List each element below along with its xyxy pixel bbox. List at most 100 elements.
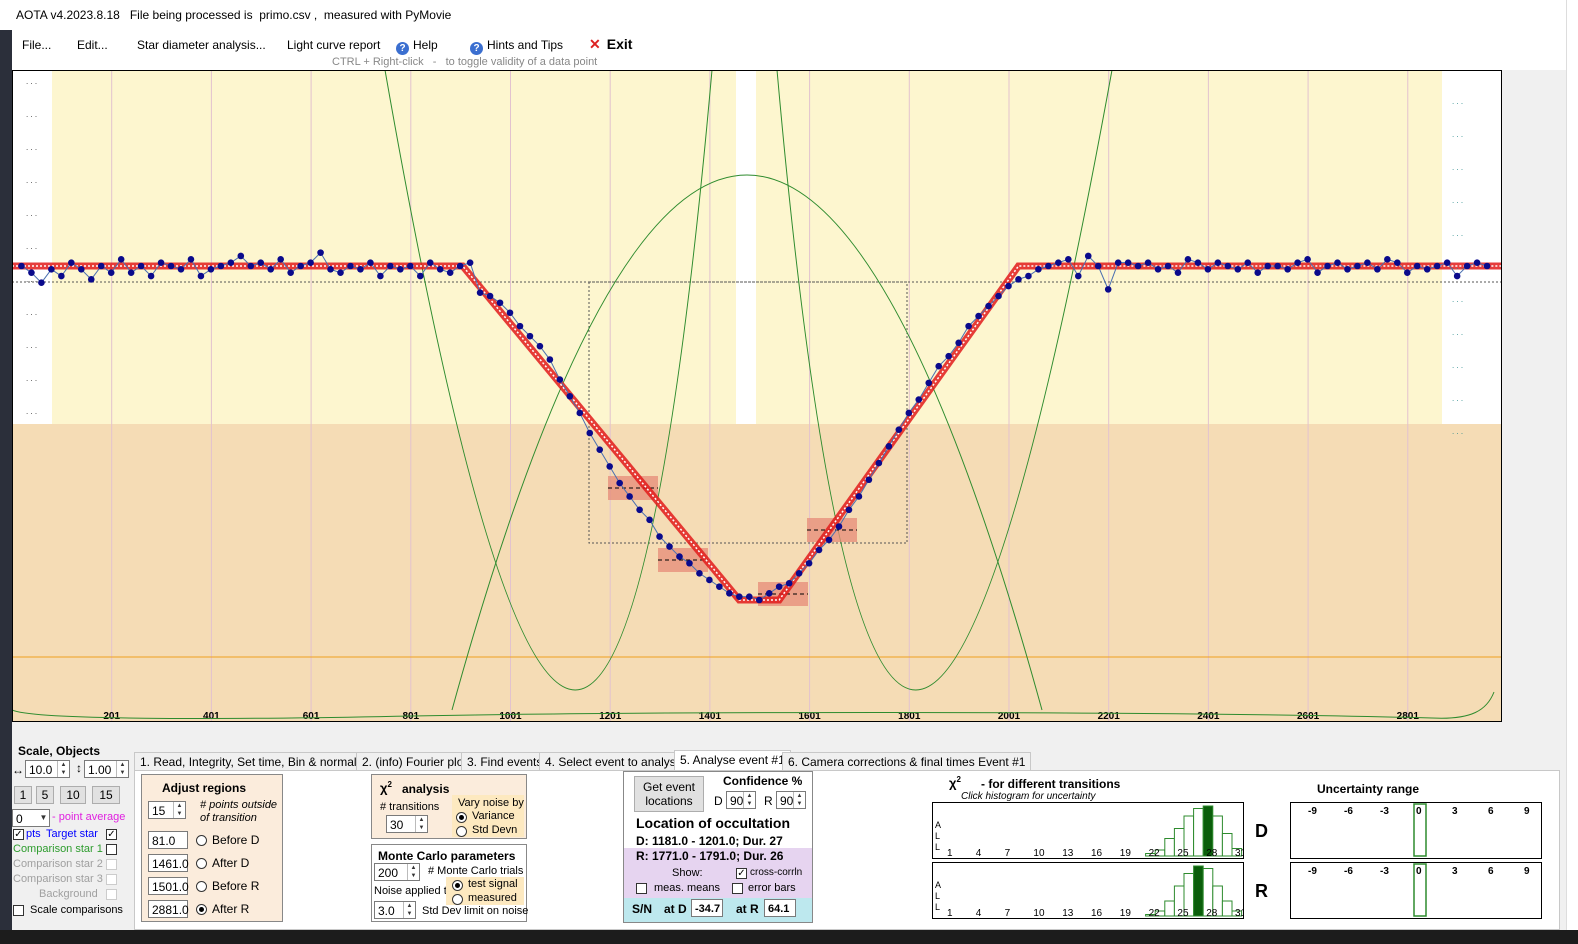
light-curve-plot[interactable]: 201 401 601 801 1001 1201 1401 1601 1801 2001 2201… xyxy=(12,70,1502,722)
data-point xyxy=(367,259,374,266)
point-average-select[interactable]: 0 ▼ xyxy=(12,809,50,827)
edge-marker: . . . xyxy=(1452,163,1463,172)
data-point xyxy=(1025,272,1032,280)
data-point xyxy=(905,409,913,417)
uncertainty-tick: -6 xyxy=(1344,806,1353,817)
pts-checkbox[interactable]: ✓ xyxy=(13,829,24,840)
data-point xyxy=(536,342,544,350)
after-d-field[interactable]: 1461.0 xyxy=(148,854,189,872)
data-point xyxy=(337,269,344,276)
chevron-down-icon: ▼ xyxy=(39,813,48,822)
data-point xyxy=(1174,269,1182,276)
histogram-x-tick: 16 xyxy=(1091,848,1103,859)
scale-objects-panel: Scale, Objects ↔ 10.0 ▲ ▼ ↕ 1.00 ▲ ▼ 1 5 10 … xyxy=(12,742,130,932)
trials-spinner[interactable]: 200 ▲ ▼ xyxy=(374,863,420,881)
after-r-field[interactable]: 2881.0 xyxy=(148,900,189,918)
background-desktop-strip xyxy=(0,0,12,944)
menu-hints[interactable]: ? Hints and Tips xyxy=(470,38,563,55)
data-point xyxy=(387,262,394,270)
std-devn-radio[interactable] xyxy=(456,826,467,837)
spinner-arrows-icon[interactable]: ▲ ▼ xyxy=(407,864,419,880)
spinner-arrows-icon[interactable]: ▲ ▼ xyxy=(173,802,185,818)
uncertainty-d[interactable]: -9 -6 -3 0 3 6 9 xyxy=(1290,802,1542,859)
target-star-label: Target star xyxy=(46,828,98,840)
scale-button-15[interactable]: 15 xyxy=(92,786,120,804)
scale-button-5[interactable]: 5 xyxy=(36,786,54,804)
histogram-r[interactable]: ALL1 4 7 10 13 16 19 22 25 28 31 xyxy=(932,862,1244,919)
tab-fourier-plot[interactable]: 2. (info) Fourier plot xyxy=(356,752,473,772)
after-r-radio[interactable] xyxy=(196,904,207,915)
scale-button-10[interactable]: 10 xyxy=(60,786,86,804)
comparison-star-2-checkbox[interactable] xyxy=(106,859,117,870)
plot-svg[interactable]: 201 401 601 801 1001 1201 1401 1601 1801 2001 2201… xyxy=(12,70,1502,722)
data-point xyxy=(327,266,334,273)
menu-edit[interactable]: Edit... xyxy=(77,38,108,52)
spinner-arrows-icon[interactable]: ▲ ▼ xyxy=(793,792,805,808)
before-r-radio[interactable] xyxy=(196,881,207,892)
target-star-checkbox[interactable]: ✓ xyxy=(106,829,117,840)
comparison-star-3-checkbox[interactable] xyxy=(106,874,117,885)
histogram-x-tick: 10 xyxy=(1033,848,1045,859)
before-d-field[interactable]: 81.0 xyxy=(148,831,188,849)
meas-means-checkbox[interactable] xyxy=(636,883,647,894)
tab-find-events[interactable]: 3. Find events xyxy=(461,752,549,772)
measured-radio[interactable] xyxy=(452,894,463,905)
v-scale-spinner[interactable]: 1.00 ▲ ▼ xyxy=(84,760,129,778)
comparison-star-1-checkbox[interactable] xyxy=(106,844,117,855)
x-tick-label: 1201 xyxy=(599,711,622,722)
edge-marker: . . . xyxy=(26,308,37,317)
before-r-field[interactable]: 1501.0 xyxy=(148,877,189,895)
background-checkbox[interactable] xyxy=(106,889,117,900)
data-point xyxy=(805,559,813,567)
tab-camera-corrections[interactable]: 6. Camera corrections & final times Even… xyxy=(782,752,1032,772)
test-signal-radio[interactable] xyxy=(452,880,463,891)
data-point xyxy=(1045,262,1052,270)
spinner-arrows-icon[interactable]: ▲ ▼ xyxy=(57,761,69,777)
spinner-arrows-icon[interactable]: ▲ ▼ xyxy=(116,761,128,777)
scale-comparisons-checkbox[interactable] xyxy=(13,905,24,916)
before-d-radio[interactable] xyxy=(196,835,207,846)
data-point xyxy=(845,506,853,514)
edge-marker: . . . xyxy=(26,374,37,383)
points-outside-spinner[interactable]: 15 ▲ ▼ xyxy=(148,801,186,819)
spinner-arrows-icon[interactable]: ▲ ▼ xyxy=(403,902,415,918)
spinner-arrows-icon[interactable]: ▲ ▼ xyxy=(743,792,755,808)
menu-exit[interactable]: ✕ Exit xyxy=(589,36,632,53)
sn-at-d-label: at D xyxy=(664,902,687,916)
data-point xyxy=(127,269,135,276)
tab-analyse-event[interactable]: 5. Analyse event #1 xyxy=(674,750,791,772)
spinner-arrows-icon[interactable]: ▲ ▼ xyxy=(415,816,427,832)
error-bars-label: error bars xyxy=(748,882,796,894)
sn-label: S/N xyxy=(632,902,653,916)
cross-corr-checkbox[interactable]: ✓ xyxy=(736,868,747,879)
scale-button-1[interactable]: 1 xyxy=(14,786,32,804)
menu-light-curve-report[interactable]: Light curve report xyxy=(287,38,380,52)
std-limit-spinner[interactable]: 3.0 ▲ ▼ xyxy=(374,901,416,919)
variance-radio[interactable] xyxy=(456,812,467,823)
variance-label: Variance xyxy=(472,810,515,822)
histogram-d[interactable]: ALL1 4 7 10 13 16 19 22 25 28 31 xyxy=(932,802,1244,859)
tab-read-integrity[interactable]: 1. Read, Integrity, Set time, Bin & norm… xyxy=(134,752,378,772)
get-event-locations-button[interactable]: Get event locations xyxy=(634,776,704,812)
error-bars-checkbox[interactable] xyxy=(732,883,743,894)
transitions-spinner[interactable]: 30 ▲ ▼ xyxy=(386,815,428,833)
menu-star-diameter[interactable]: Star diameter analysis... xyxy=(137,38,266,52)
data-point xyxy=(1463,262,1471,270)
after-d-radio[interactable] xyxy=(196,858,207,869)
confidence-r-spinner[interactable]: 90 ▲ ▼ xyxy=(776,791,806,809)
window-title: AOTA v4.2023.8.18 File being processed i… xyxy=(16,8,452,22)
tab-select-event[interactable]: 4. Select event to analyse xyxy=(539,752,689,772)
histogram-x-tick: 1 xyxy=(947,908,953,919)
data-point xyxy=(456,262,464,270)
menu-file[interactable]: File... xyxy=(22,38,51,52)
data-point xyxy=(1443,259,1451,266)
menu-help-label: Help xyxy=(413,38,438,52)
histogram-x-tick: 7 xyxy=(1005,848,1011,859)
h-scale-value: 10.0 xyxy=(29,763,53,777)
menu-help[interactable]: ? Help xyxy=(396,38,438,55)
uncertainty-r[interactable]: -9 -6 -3 0 3 6 9 xyxy=(1290,862,1542,919)
h-scale-spinner[interactable]: 10.0 ▲ ▼ xyxy=(25,760,70,778)
histogram-bar xyxy=(1221,900,1233,917)
confidence-d-spinner[interactable]: 90 ▲ ▼ xyxy=(726,791,756,809)
data-point xyxy=(147,272,155,280)
